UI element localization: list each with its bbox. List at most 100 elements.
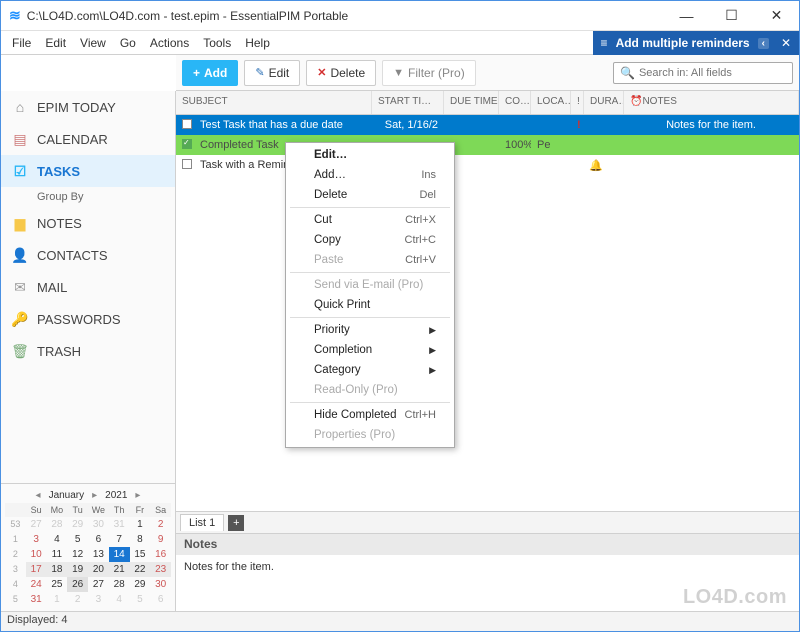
minimize-button[interactable]: — bbox=[664, 1, 709, 31]
cal-year-next-icon[interactable]: ▸ bbox=[133, 490, 142, 501]
cal-day[interactable]: 20 bbox=[88, 562, 109, 577]
cal-day[interactable]: 4 bbox=[109, 592, 130, 607]
edit-button[interactable]: ✎Edit bbox=[244, 60, 300, 86]
menu-actions[interactable]: Actions bbox=[143, 33, 196, 53]
cal-day[interactable]: 2 bbox=[150, 517, 171, 532]
cal-day[interactable]: 27 bbox=[88, 577, 109, 592]
sidebar-item-contacts[interactable]: 👤CONTACTS bbox=[1, 239, 175, 271]
menu-file[interactable]: File bbox=[5, 33, 38, 53]
cal-day[interactable]: 21 bbox=[109, 562, 130, 577]
sidebar-item-mail[interactable]: ✉MAIL bbox=[1, 271, 175, 303]
tab-list1[interactable]: List 1 bbox=[180, 514, 224, 531]
table-row[interactable]: Task with a Remin🔔 bbox=[176, 155, 799, 175]
sidebar-item-tasks[interactable]: ☑TASKS bbox=[1, 155, 175, 187]
reminder-close-icon[interactable]: ✕ bbox=[781, 36, 791, 50]
cal-day[interactable]: 6 bbox=[88, 532, 109, 547]
cal-day[interactable]: 31 bbox=[109, 517, 130, 532]
reminder-collapse-icon[interactable]: ‹ bbox=[758, 38, 769, 49]
cal-day[interactable]: 12 bbox=[67, 547, 88, 562]
task-list[interactable]: Test Task that has a due dateSat, 1/16/2… bbox=[176, 115, 799, 511]
sidebar-item-calendar[interactable]: ▤CALENDAR bbox=[1, 123, 175, 155]
col-notes[interactable]: ⏰NOTES bbox=[624, 91, 799, 114]
col-due[interactable]: DUE TIME bbox=[444, 91, 499, 114]
add-button[interactable]: +Add bbox=[182, 60, 238, 86]
col-completion[interactable]: CO… bbox=[499, 91, 531, 114]
cal-day[interactable]: 30 bbox=[150, 577, 171, 592]
cal-day[interactable]: 30 bbox=[88, 517, 109, 532]
menu-view[interactable]: View bbox=[73, 33, 113, 53]
sidebar-sub-groupby[interactable]: Group By bbox=[1, 187, 175, 207]
cal-day[interactable]: 1 bbox=[130, 517, 151, 532]
cal-day[interactable]: 28 bbox=[47, 517, 68, 532]
row-checkbox[interactable] bbox=[176, 139, 194, 152]
context-menu-item[interactable]: Completion▶ bbox=[286, 340, 454, 360]
cal-year[interactable]: 2021 bbox=[105, 490, 127, 501]
col-start[interactable]: START TI… bbox=[372, 91, 444, 114]
sidebar-item-passwords[interactable]: 🔑PASSWORDS bbox=[1, 303, 175, 335]
cal-day[interactable]: 17 bbox=[26, 562, 47, 577]
close-button[interactable]: ✕ bbox=[754, 1, 799, 31]
cal-day[interactable]: 31 bbox=[26, 592, 47, 607]
cal-day[interactable]: 29 bbox=[67, 517, 88, 532]
cal-next-icon[interactable]: ▸ bbox=[90, 490, 99, 501]
sidebar-item-notes[interactable]: ▆NOTES bbox=[1, 207, 175, 239]
cal-day[interactable]: 7 bbox=[109, 532, 130, 547]
cal-day[interactable]: 23 bbox=[150, 562, 171, 577]
table-row[interactable]: Test Task that has a due dateSat, 1/16/2… bbox=[176, 115, 799, 135]
menu-go[interactable]: Go bbox=[113, 33, 143, 53]
cal-day[interactable]: 2 bbox=[67, 592, 88, 607]
col-priority[interactable]: ! bbox=[571, 91, 584, 114]
cal-day[interactable]: 25 bbox=[47, 577, 68, 592]
search-input[interactable] bbox=[639, 67, 786, 79]
row-checkbox[interactable] bbox=[176, 159, 194, 172]
cal-day[interactable]: 15 bbox=[130, 547, 151, 562]
menu-tools[interactable]: Tools bbox=[196, 33, 238, 53]
cal-day[interactable]: 9 bbox=[150, 532, 171, 547]
cal-day[interactable]: 3 bbox=[26, 532, 47, 547]
cal-day[interactable]: 13 bbox=[88, 547, 109, 562]
sidebar-item-epim-today[interactable]: ⌂EPIM TODAY bbox=[1, 91, 175, 123]
reminder-banner[interactable]: ≡ Add multiple reminders ‹ ✕ bbox=[593, 31, 799, 55]
filter-button[interactable]: ▼Filter (Pro) bbox=[382, 60, 476, 86]
cal-day[interactable]: 28 bbox=[109, 577, 130, 592]
cal-day[interactable]: 4 bbox=[47, 532, 68, 547]
tab-add-button[interactable]: + bbox=[228, 515, 244, 531]
menu-help[interactable]: Help bbox=[238, 33, 277, 53]
cal-day[interactable]: 8 bbox=[130, 532, 151, 547]
cal-day[interactable]: 22 bbox=[130, 562, 151, 577]
context-menu-item[interactable]: DeleteDel bbox=[286, 185, 454, 205]
cal-month[interactable]: January bbox=[49, 490, 85, 501]
col-subject[interactable]: SUBJECT bbox=[176, 91, 372, 114]
cal-day[interactable]: 29 bbox=[130, 577, 151, 592]
cal-day[interactable]: 3 bbox=[88, 592, 109, 607]
cal-day[interactable]: 27 bbox=[26, 517, 47, 532]
context-menu-item[interactable]: Quick Print bbox=[286, 295, 454, 315]
context-menu-item[interactable]: CutCtrl+X bbox=[286, 210, 454, 230]
context-menu-item[interactable]: Category▶ bbox=[286, 360, 454, 380]
search-box[interactable]: 🔍 bbox=[613, 62, 793, 84]
cal-day[interactable]: 26 bbox=[67, 577, 88, 592]
context-menu-item[interactable]: CopyCtrl+C bbox=[286, 230, 454, 250]
col-location[interactable]: LOCA… bbox=[531, 91, 571, 114]
col-duration[interactable]: DURA… bbox=[584, 91, 624, 114]
cal-day[interactable]: 18 bbox=[47, 562, 68, 577]
cal-day[interactable]: 19 bbox=[67, 562, 88, 577]
cal-day[interactable]: 16 bbox=[150, 547, 171, 562]
cal-prev-icon[interactable]: ◂ bbox=[34, 490, 43, 501]
context-menu-item[interactable]: Add…Ins bbox=[286, 165, 454, 185]
cal-day[interactable]: 6 bbox=[150, 592, 171, 607]
delete-button[interactable]: ✕Delete bbox=[306, 60, 376, 86]
context-menu-item[interactable]: Priority▶ bbox=[286, 320, 454, 340]
row-checkbox[interactable] bbox=[176, 119, 194, 132]
cal-day[interactable]: 1 bbox=[47, 592, 68, 607]
context-menu-item[interactable]: Hide CompletedCtrl+H bbox=[286, 405, 454, 425]
cal-day[interactable]: 14 bbox=[109, 547, 130, 562]
cal-day[interactable]: 5 bbox=[67, 532, 88, 547]
cal-day[interactable]: 10 bbox=[26, 547, 47, 562]
cal-day[interactable]: 11 bbox=[47, 547, 68, 562]
sidebar-item-trash[interactable]: 🗑TRASH bbox=[1, 335, 175, 367]
context-menu-item[interactable]: Edit… bbox=[286, 145, 454, 165]
cal-day[interactable]: 24 bbox=[26, 577, 47, 592]
maximize-button[interactable]: ☐ bbox=[709, 1, 754, 31]
menu-edit[interactable]: Edit bbox=[38, 33, 73, 53]
